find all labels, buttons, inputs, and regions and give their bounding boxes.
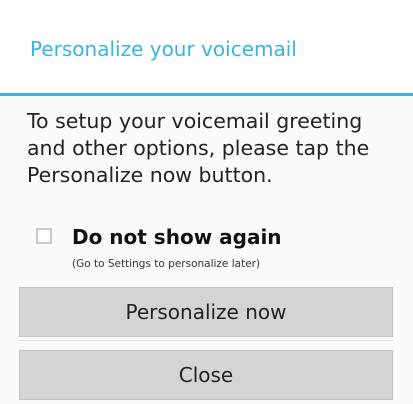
dialog-title: Personalize your voicemail [30, 37, 297, 61]
voicemail-dialog: Personalize your voicemail To setup your… [0, 0, 413, 404]
close-button[interactable]: Close [19, 350, 393, 400]
personalize-now-button[interactable]: Personalize now [19, 287, 393, 337]
dialog-message: To setup your voicemail greeting and oth… [27, 109, 370, 187]
button-divider [19, 340, 393, 341]
do-not-show-again-checkbox[interactable] [36, 228, 52, 244]
dialog-header: Personalize your voicemail [0, 0, 413, 96]
do-not-show-again-label[interactable]: Do not show again [72, 225, 282, 249]
do-not-show-again-option[interactable]: Do not show again (Go to Settings to per… [30, 224, 390, 274]
settings-hint-text: (Go to Settings to personalize later) [72, 258, 261, 270]
